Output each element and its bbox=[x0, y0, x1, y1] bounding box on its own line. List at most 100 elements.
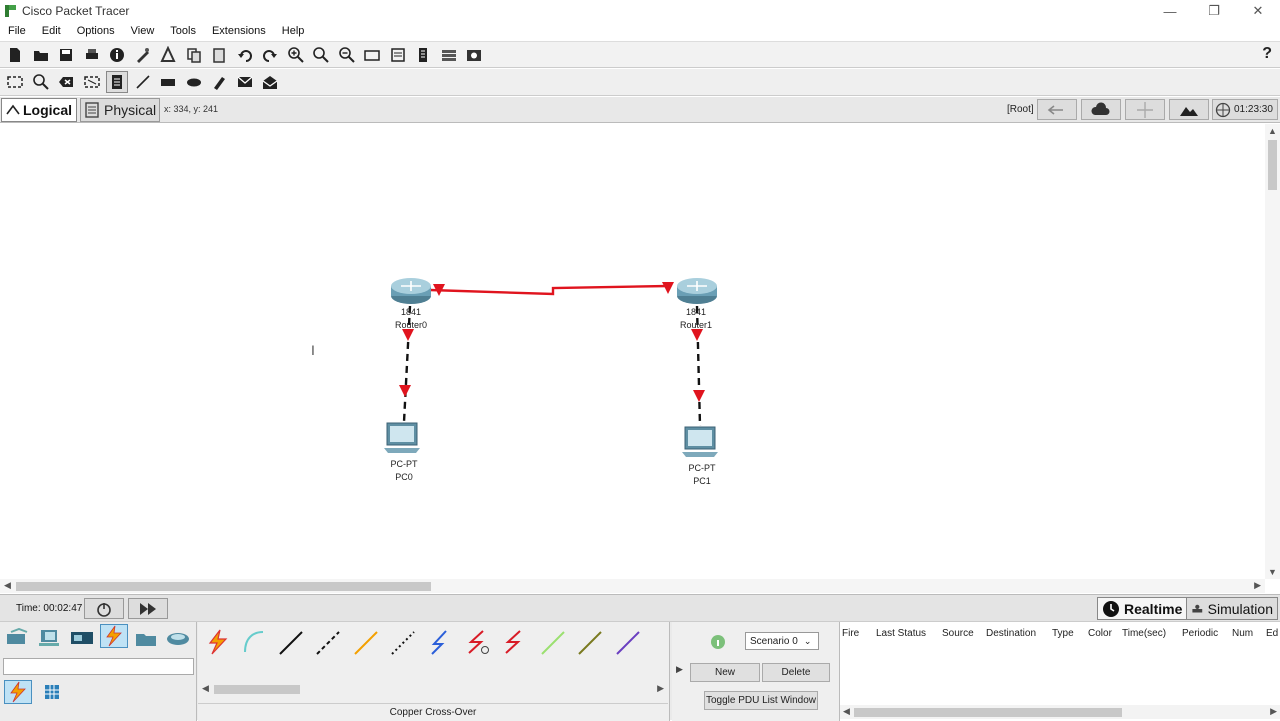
copy-icon[interactable] bbox=[183, 44, 205, 66]
conn-scroll-right-icon[interactable]: ▶ bbox=[657, 683, 664, 694]
col-type[interactable]: Type bbox=[1052, 628, 1074, 639]
horizontal-scroll-thumb[interactable] bbox=[16, 582, 431, 591]
components-icon[interactable] bbox=[68, 626, 96, 650]
print-icon[interactable] bbox=[81, 44, 103, 66]
info-icon[interactable] bbox=[106, 44, 128, 66]
draw-rectangle-icon[interactable] bbox=[157, 71, 179, 93]
delete-icon[interactable] bbox=[55, 71, 77, 93]
coaxial-cable-icon[interactable] bbox=[424, 626, 456, 658]
iot-custom-cable-icon[interactable] bbox=[573, 626, 605, 658]
fiber-icon[interactable] bbox=[349, 626, 381, 658]
end-devices-icon[interactable] bbox=[36, 626, 64, 650]
delete-scenario-button[interactable]: Delete bbox=[762, 663, 830, 682]
menu-edit[interactable]: Edit bbox=[34, 25, 69, 37]
back-button[interactable] bbox=[1037, 99, 1077, 120]
copper-straight-through-icon[interactable] bbox=[274, 626, 306, 658]
resize-icon[interactable] bbox=[81, 71, 103, 93]
redo-icon[interactable] bbox=[259, 44, 281, 66]
usb-cable-icon[interactable] bbox=[611, 626, 643, 658]
scroll-down-icon[interactable]: ▼ bbox=[1268, 567, 1277, 577]
network-devices-icon[interactable] bbox=[4, 626, 32, 650]
multiuser-icon[interactable] bbox=[164, 626, 192, 650]
toggle-pdu-list-button[interactable]: Toggle PDU List Window bbox=[704, 691, 818, 710]
save-icon[interactable] bbox=[55, 44, 77, 66]
inspect-icon[interactable] bbox=[30, 71, 52, 93]
copper-cross-over-icon[interactable] bbox=[311, 626, 343, 658]
scroll-right-icon[interactable]: ▶ bbox=[1254, 580, 1261, 591]
conn-scroll-thumb[interactable] bbox=[214, 685, 300, 694]
pdu-scroll-right-icon[interactable]: ▶ bbox=[1270, 706, 1277, 717]
new-cluster-button[interactable] bbox=[1081, 99, 1121, 120]
menu-help[interactable]: Help bbox=[274, 25, 313, 37]
menu-tools[interactable]: Tools bbox=[162, 25, 204, 37]
pc1-label[interactable]: PC-PT PC1 bbox=[672, 462, 732, 488]
draw-ellipse-icon[interactable] bbox=[183, 71, 205, 93]
col-destination[interactable]: Destination bbox=[986, 628, 1036, 639]
col-periodic[interactable]: Periodic bbox=[1182, 628, 1218, 639]
help-icon[interactable]: ? bbox=[1262, 45, 1272, 63]
serial-dce-icon[interactable] bbox=[461, 626, 493, 658]
col-last-status[interactable]: Last Status bbox=[876, 628, 926, 639]
vertical-scroll-thumb[interactable] bbox=[1268, 140, 1277, 190]
scenario-info-icon[interactable] bbox=[710, 634, 726, 650]
pdu-scroll-left-icon[interactable]: ◀ bbox=[843, 706, 850, 717]
router0-label[interactable]: 1841 Router0 bbox=[381, 306, 441, 332]
pc1-icon[interactable] bbox=[682, 426, 718, 457]
link-router0-router1[interactable] bbox=[429, 284, 669, 296]
new-file-icon[interactable] bbox=[4, 44, 26, 66]
draw-line-icon[interactable] bbox=[132, 71, 154, 93]
viewport-clock[interactable]: 01:23:30 bbox=[1212, 99, 1278, 120]
grid-view-icon[interactable] bbox=[38, 680, 66, 704]
col-source[interactable]: Source bbox=[942, 628, 974, 639]
pdu-scrollbar[interactable]: ◀ ▶ bbox=[840, 705, 1280, 719]
add-simple-pdu-icon[interactable] bbox=[234, 71, 256, 93]
scroll-up-icon[interactable]: ▲ bbox=[1268, 126, 1277, 136]
col-color[interactable]: Color bbox=[1088, 628, 1112, 639]
add-complex-pdu-icon[interactable] bbox=[259, 71, 281, 93]
scenario-select[interactable]: Scenario 0 ⌄ bbox=[745, 632, 819, 650]
connections-icon[interactable] bbox=[100, 624, 128, 648]
custom-device-icon[interactable] bbox=[387, 44, 409, 66]
open-folder-icon[interactable] bbox=[30, 44, 52, 66]
drawing-palette-icon[interactable] bbox=[361, 44, 383, 66]
realtime-mode-button[interactable]: Realtime bbox=[1097, 597, 1188, 620]
paste-icon[interactable] bbox=[208, 44, 230, 66]
tab-logical[interactable]: Logical bbox=[1, 98, 77, 122]
console-cable-icon[interactable] bbox=[237, 626, 269, 658]
pc0-label[interactable]: PC-PT PC0 bbox=[374, 458, 434, 484]
zoom-out-icon[interactable] bbox=[336, 44, 358, 66]
minimize-button[interactable]: — bbox=[1148, 0, 1192, 22]
tab-physical[interactable]: Physical bbox=[80, 98, 160, 122]
move-object-button[interactable] bbox=[1125, 99, 1165, 120]
router0-icon[interactable] bbox=[391, 278, 431, 304]
undo-icon[interactable] bbox=[234, 44, 256, 66]
close-button[interactable]: ✕ bbox=[1236, 0, 1280, 22]
canvas-horizontal-scrollbar[interactable]: ◀ ▶ bbox=[0, 579, 1265, 593]
router1-label[interactable]: 1841 Router1 bbox=[666, 306, 726, 332]
phone-cable-icon[interactable] bbox=[386, 626, 418, 658]
menu-file[interactable]: File bbox=[0, 25, 34, 37]
scroll-left-icon[interactable]: ◀ bbox=[4, 580, 11, 591]
logical-workspace-canvas[interactable]: 1841 Router0 1841 Router1 PC-PT PC0 PC-P… bbox=[0, 124, 1265, 579]
set-background-button[interactable] bbox=[1169, 99, 1209, 120]
place-note-icon[interactable] bbox=[106, 71, 128, 93]
canvas-vertical-scrollbar[interactable]: ▲ ▼ bbox=[1265, 124, 1280, 579]
device-search-input[interactable] bbox=[3, 658, 194, 675]
network-wizard-icon[interactable] bbox=[132, 44, 154, 66]
col-num[interactable]: Num bbox=[1232, 628, 1253, 639]
connection-subtype-icon[interactable] bbox=[4, 680, 32, 704]
menu-view[interactable]: View bbox=[123, 25, 163, 37]
zoom-in-icon[interactable] bbox=[285, 44, 307, 66]
pc0-icon[interactable] bbox=[384, 422, 420, 453]
col-time[interactable]: Time(sec) bbox=[1122, 628, 1166, 639]
miscellaneous-icon[interactable] bbox=[132, 626, 160, 650]
power-cycle-button[interactable] bbox=[84, 598, 124, 619]
conn-scroll-left-icon[interactable]: ◀ bbox=[202, 683, 209, 694]
serial-dte-icon[interactable] bbox=[498, 626, 530, 658]
select-icon[interactable] bbox=[4, 71, 26, 93]
simulation-mode-button[interactable]: Simulation bbox=[1186, 597, 1278, 620]
device-list-icon[interactable] bbox=[412, 44, 434, 66]
pdu-scroll-thumb[interactable] bbox=[854, 708, 1122, 717]
zoom-reset-icon[interactable] bbox=[310, 44, 332, 66]
screenshot-icon[interactable] bbox=[463, 44, 485, 66]
